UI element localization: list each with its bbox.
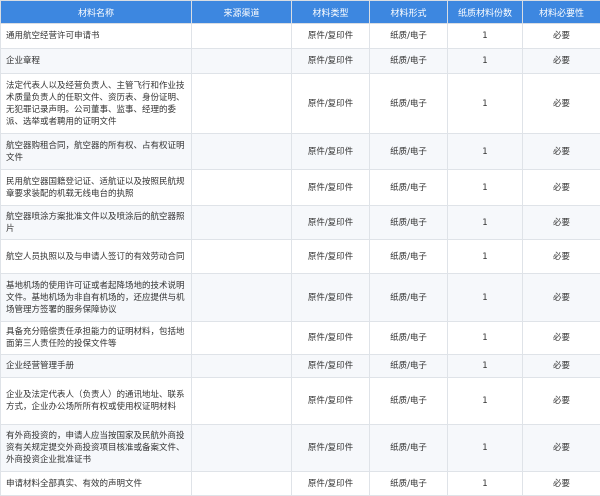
type-cell: 原件/复印件 [292,206,370,240]
form-cell: 纸质/电子 [370,74,448,134]
material-name-cell: 申请材料全部真实、有效的声明文件 [1,472,192,496]
copies-cell: 1 [448,355,523,378]
copies-cell: 1 [448,378,523,425]
type-cell: 原件/复印件 [292,274,370,322]
necessity-cell: 必要 [523,355,600,378]
necessity-cell: 必要 [523,240,600,274]
necessity-cell: 必要 [523,24,600,49]
necessity-cell: 必要 [523,170,600,206]
form-cell: 纸质/电子 [370,274,448,322]
type-cell: 原件/复印件 [292,49,370,74]
material-name-cell: 企业章程 [1,49,192,74]
copies-cell: 1 [448,170,523,206]
form-cell: 纸质/电子 [370,322,448,355]
type-cell: 原件/复印件 [292,322,370,355]
necessity-cell: 必要 [523,49,600,74]
table-row: 基地机场的使用许可证或者起降场地的技术说明文件。基地机场为非自有机场的，还应提供… [1,274,600,322]
material-name-cell: 航空器喷涂方案批准文件以及喷涂后的航空器照片 [1,206,192,240]
source-cell [192,425,292,472]
header-necessity: 材料必要性 [523,1,600,24]
form-cell: 纸质/电子 [370,24,448,49]
material-name-cell: 航空器购租合同，航空器的所有权、占有权证明文件 [1,134,192,170]
necessity-cell: 必要 [523,134,600,170]
material-name-cell: 民用航空器国籍登记证、适航证以及按照民航规章要求装配的机载无线电台的执照 [1,170,192,206]
source-cell [192,134,292,170]
material-name-cell: 基地机场的使用许可证或者起降场地的技术说明文件。基地机场为非自有机场的，还应提供… [1,274,192,322]
copies-cell: 1 [448,322,523,355]
necessity-cell: 必要 [523,378,600,425]
source-cell [192,322,292,355]
header-material-form: 材料形式 [370,1,448,24]
necessity-cell: 必要 [523,472,600,496]
material-name-cell: 企业及法定代表人（负责人）的通讯地址、联系方式，企业办公场所所有权或使用权证明材… [1,378,192,425]
form-cell: 纸质/电子 [370,240,448,274]
table-row: 具备充分赔偿责任承担能力的证明材料，包括地面第三人责任险的投保文件等 原件/复印… [1,322,600,355]
materials-table: 材料名称 来源渠道 材料类型 材料形式 纸质材料份数 材料必要性 通用航空经营许… [0,0,600,496]
header-paper-copies: 纸质材料份数 [448,1,523,24]
table-row: 航空人员执照以及与申请人签订的有效劳动合同 原件/复印件 纸质/电子 1 必要 [1,240,600,274]
necessity-cell: 必要 [523,425,600,472]
necessity-cell: 必要 [523,206,600,240]
type-cell: 原件/复印件 [292,472,370,496]
table-row: 民用航空器国籍登记证、适航证以及按照民航规章要求装配的机载无线电台的执照 原件/… [1,170,600,206]
material-name-cell: 航空人员执照以及与申请人签订的有效劳动合同 [1,240,192,274]
form-cell: 纸质/电子 [370,170,448,206]
table-row: 法定代表人以及经营负责人、主管飞行和作业技术质量负责人的任职文件、资历表、身份证… [1,74,600,134]
copies-cell: 1 [448,49,523,74]
material-name-cell: 有外商投资的，申请人应当按国家及民航外商投资有关规定提交外商投资项目核准或备案文… [1,425,192,472]
form-cell: 纸质/电子 [370,425,448,472]
table-row: 通用航空经营许可申请书 原件/复印件 纸质/电子 1 必要 [1,24,600,49]
form-cell: 纸质/电子 [370,206,448,240]
necessity-cell: 必要 [523,74,600,134]
copies-cell: 1 [448,472,523,496]
source-cell [192,206,292,240]
type-cell: 原件/复印件 [292,378,370,425]
copies-cell: 1 [448,425,523,472]
necessity-cell: 必要 [523,322,600,355]
form-cell: 纸质/电子 [370,378,448,425]
source-cell [192,24,292,49]
table-row: 企业经营管理手册 原件/复印件 纸质/电子 1 必要 [1,355,600,378]
table-row: 航空器喷涂方案批准文件以及喷涂后的航空器照片 原件/复印件 纸质/电子 1 必要 [1,206,600,240]
copies-cell: 1 [448,206,523,240]
header-source-channel: 来源渠道 [192,1,292,24]
copies-cell: 1 [448,134,523,170]
necessity-cell: 必要 [523,274,600,322]
copies-cell: 1 [448,240,523,274]
type-cell: 原件/复印件 [292,134,370,170]
form-cell: 纸质/电子 [370,472,448,496]
header-material-type: 材料类型 [292,1,370,24]
material-name-cell: 具备充分赔偿责任承担能力的证明材料，包括地面第三人责任险的投保文件等 [1,322,192,355]
source-cell [192,240,292,274]
form-cell: 纸质/电子 [370,134,448,170]
table-row: 企业章程 原件/复印件 纸质/电子 1 必要 [1,49,600,74]
copies-cell: 1 [448,274,523,322]
material-name-cell: 企业经营管理手册 [1,355,192,378]
type-cell: 原件/复印件 [292,355,370,378]
table-row: 企业及法定代表人（负责人）的通讯地址、联系方式，企业办公场所所有权或使用权证明材… [1,378,600,425]
form-cell: 纸质/电子 [370,355,448,378]
type-cell: 原件/复印件 [292,425,370,472]
source-cell [192,74,292,134]
copies-cell: 1 [448,74,523,134]
source-cell [192,355,292,378]
source-cell [192,378,292,425]
material-name-cell: 法定代表人以及经营负责人、主管飞行和作业技术质量负责人的任职文件、资历表、身份证… [1,74,192,134]
copies-cell: 1 [448,24,523,49]
source-cell [192,274,292,322]
table-header-row: 材料名称 来源渠道 材料类型 材料形式 纸质材料份数 材料必要性 [1,1,600,24]
table-row: 航空器购租合同，航空器的所有权、占有权证明文件 原件/复印件 纸质/电子 1 必… [1,134,600,170]
table-row: 申请材料全部真实、有效的声明文件 原件/复印件 纸质/电子 1 必要 [1,472,600,496]
material-name-cell: 通用航空经营许可申请书 [1,24,192,49]
form-cell: 纸质/电子 [370,49,448,74]
type-cell: 原件/复印件 [292,24,370,49]
source-cell [192,170,292,206]
type-cell: 原件/复印件 [292,240,370,274]
source-cell [192,472,292,496]
table-row: 有外商投资的，申请人应当按国家及民航外商投资有关规定提交外商投资项目核准或备案文… [1,425,600,472]
type-cell: 原件/复印件 [292,74,370,134]
header-material-name: 材料名称 [1,1,192,24]
source-cell [192,49,292,74]
type-cell: 原件/复印件 [292,170,370,206]
